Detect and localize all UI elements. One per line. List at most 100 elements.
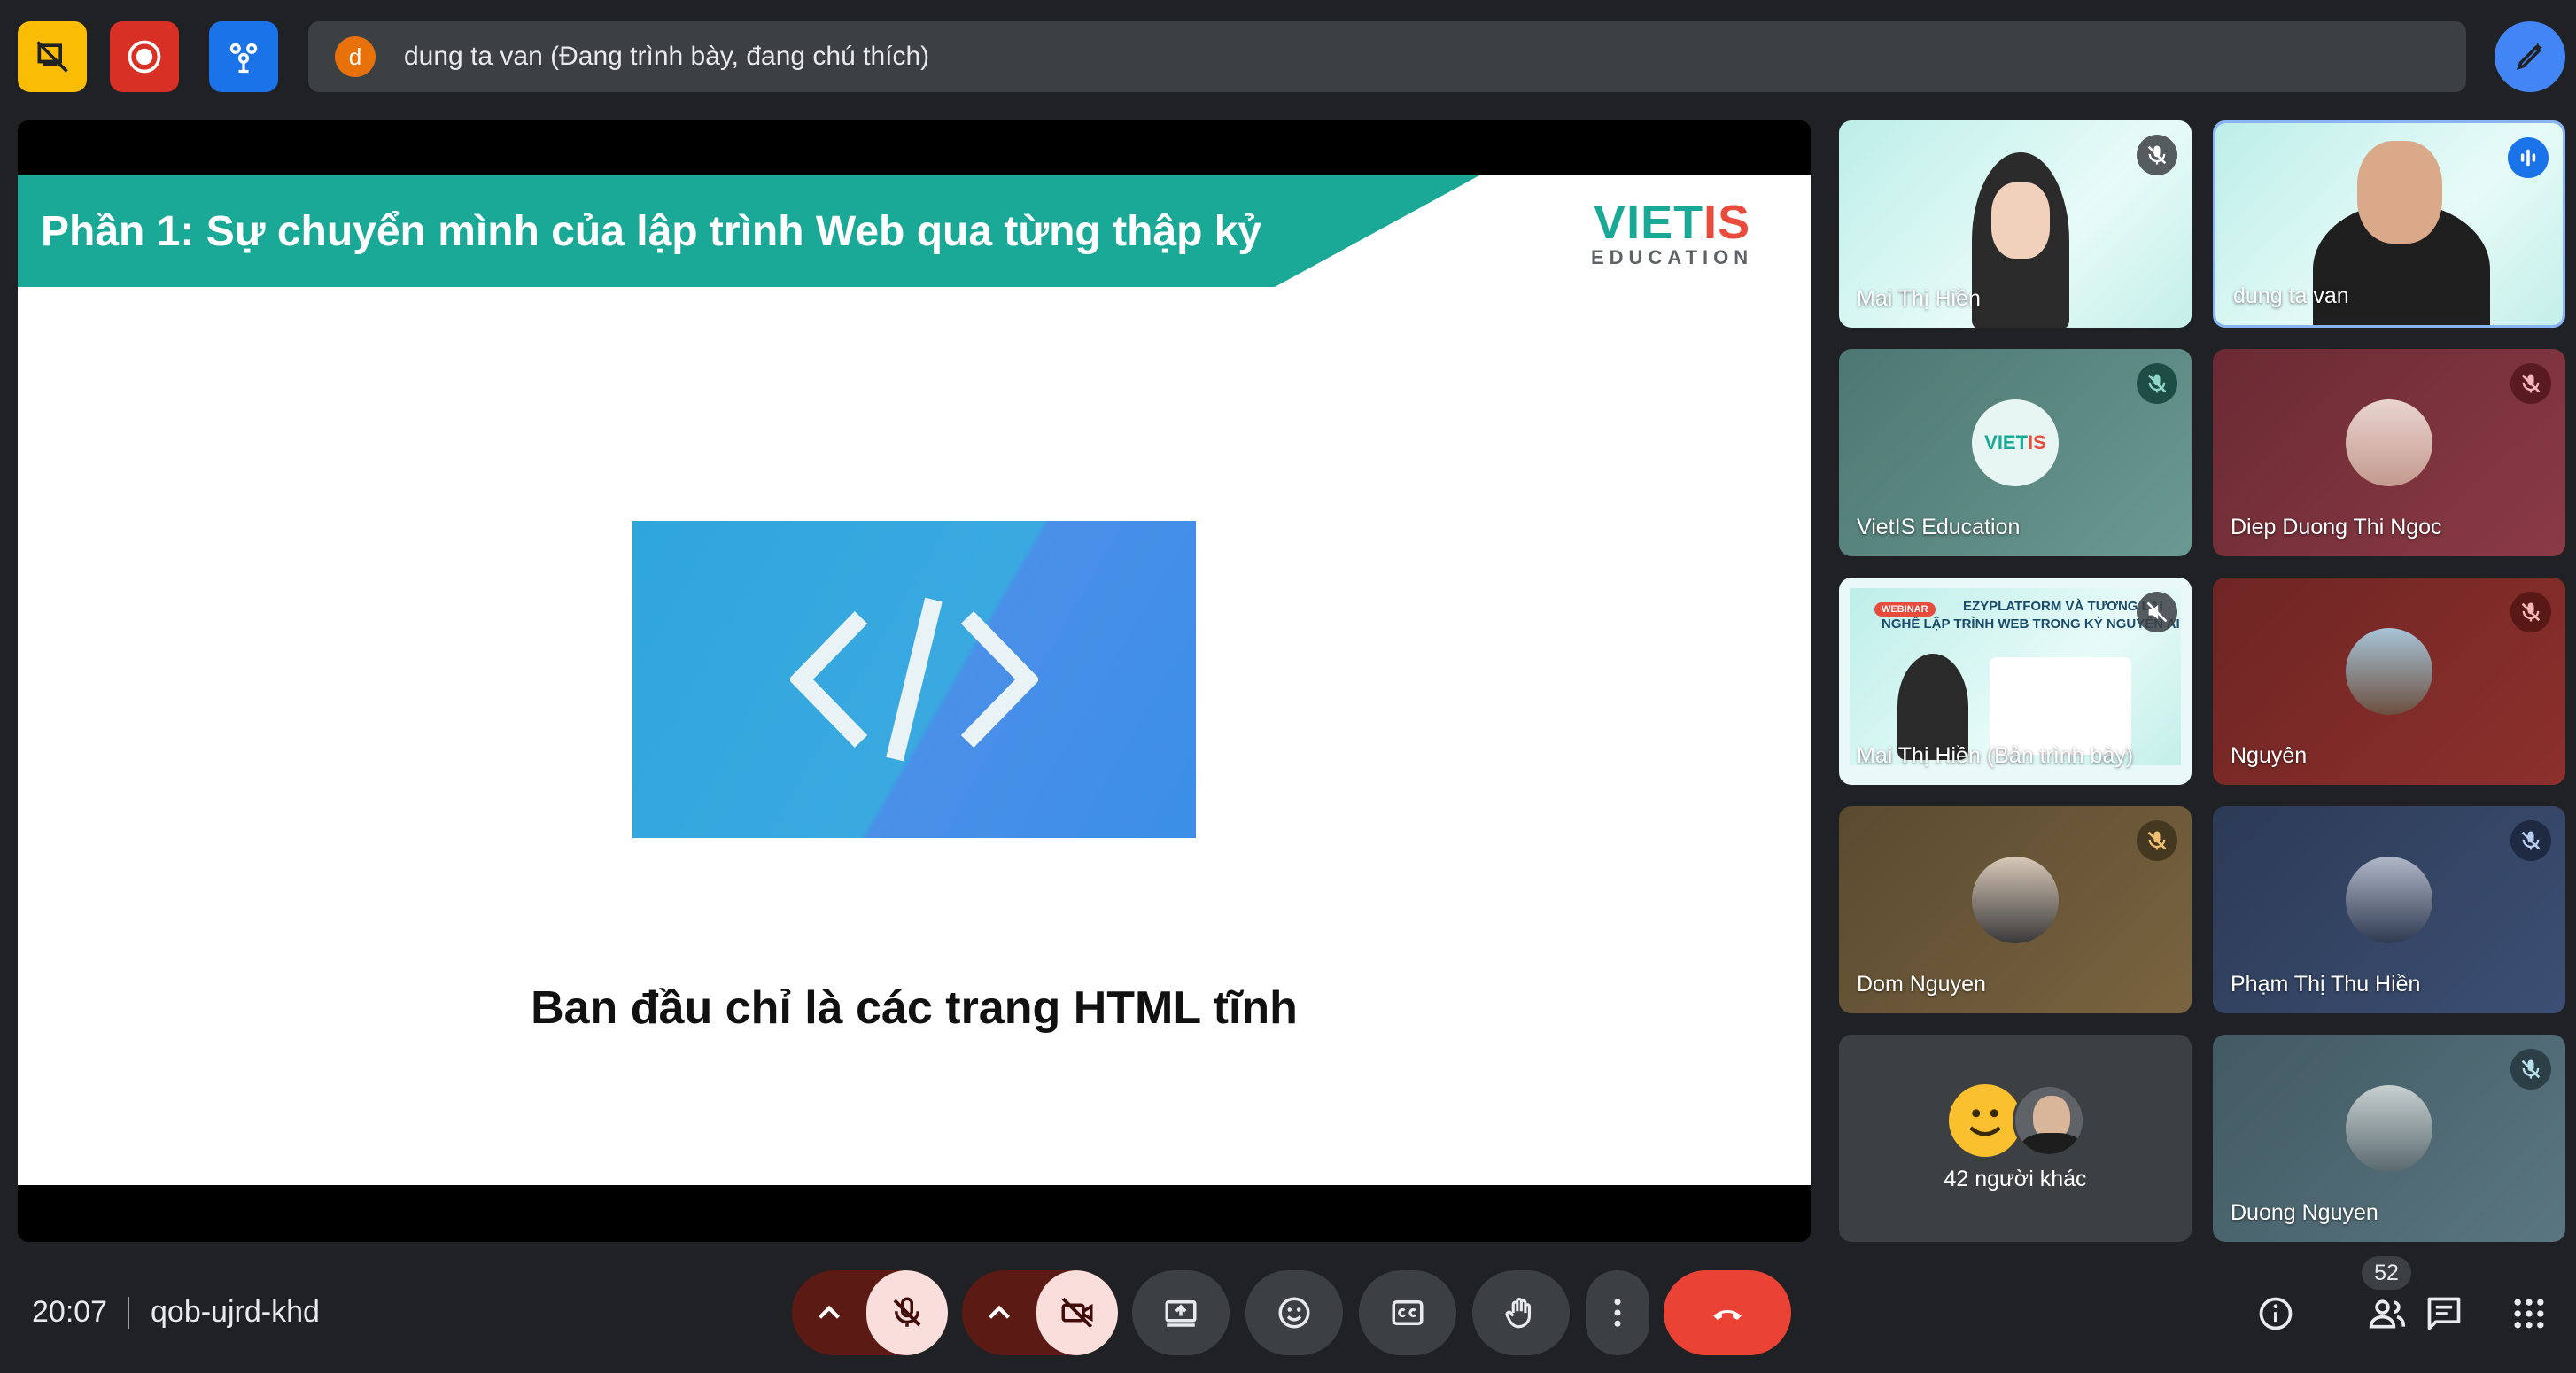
microphone-toggle-button[interactable] <box>866 1270 948 1355</box>
chat-icon <box>2427 1297 2461 1330</box>
mic-off-icon <box>2147 831 2167 850</box>
camera-off-icon <box>1061 1297 1093 1329</box>
avatar <box>2346 857 2432 943</box>
participant-tile[interactable]: dung ta van <box>2213 120 2565 328</box>
presentation-stage: Phần 1: Sự chuyển mình của lập trình Web… <box>18 120 1811 1242</box>
participant-count-badge: 52 <box>2362 1256 2411 1290</box>
participant-video-face <box>2357 141 2442 244</box>
participant-name: VietIS Education <box>1857 515 2021 539</box>
recording-button[interactable] <box>110 21 179 92</box>
present-screen-button[interactable] <box>1132 1270 1230 1355</box>
participant-tile[interactable]: Duong Nguyen <box>2213 1035 2565 1242</box>
others-count-label: 42 người khác <box>1944 1167 2087 1191</box>
hand-icon <box>1505 1298 1532 1329</box>
mic-off-icon <box>2521 1059 2541 1079</box>
mic-muted-badge <box>2137 135 2177 175</box>
avatar-logo-is: IS <box>2028 431 2046 454</box>
presenter-avatar: d <box>335 36 376 77</box>
mic-off-icon <box>893 1297 921 1327</box>
mini-slide-subtitle: NGHỀ LẬP TRÌNH WEB TRONG KỶ NGUYÊN AI <box>1882 617 2180 632</box>
meeting-details-button[interactable] <box>2254 1292 2298 1336</box>
code-brackets-icon <box>790 597 1038 762</box>
more-vertical-icon <box>1614 1299 1621 1327</box>
audio-level-icon <box>2520 149 2536 167</box>
mic-off-icon <box>2147 374 2167 393</box>
participant-name: Nguyên <box>2231 743 2308 768</box>
avatar-photo-body <box>2021 1133 2083 1154</box>
volume-off-icon <box>2146 601 2168 623</box>
mini-slide-info-box <box>1990 657 2131 755</box>
microphone-control-group <box>792 1270 948 1355</box>
logo-text-viet: VIET <box>1594 196 1704 249</box>
speaking-badge <box>2508 137 2549 178</box>
participant-tile[interactable]: Diep Duong Thi Ngoc <box>2213 349 2565 556</box>
mic-muted-badge <box>2510 592 2551 632</box>
participant-tile[interactable]: Nguyên <box>2213 578 2565 785</box>
participant-name: Mai Thị Hiền <box>1857 286 1981 311</box>
pen-icon <box>2516 43 2542 71</box>
camera-toggle-button[interactable] <box>1036 1270 1118 1355</box>
participant-name: Mai Thị Hiền (Bản trình bày) <box>1857 743 2134 768</box>
chevron-up-icon <box>819 1305 841 1319</box>
mic-muted-badge <box>2137 363 2177 404</box>
annotate-button[interactable] <box>2495 21 2565 92</box>
audio-off-badge <box>2137 592 2177 632</box>
slide-caption: Ban đầu chỉ là các trang HTML tĩnh <box>531 982 1298 1034</box>
code-icon-image <box>632 521 1196 838</box>
participant-tile[interactable]: Dom Nguyen <box>1839 806 2192 1013</box>
logo-subtext: EDUCATION <box>1591 246 1754 268</box>
raise-hand-button[interactable] <box>1472 1270 1570 1355</box>
chevron-up-icon <box>989 1305 1011 1319</box>
participant-name: Diep Duong Thi Ngoc <box>2231 515 2442 539</box>
mic-off-icon <box>2147 145 2167 165</box>
camera-control-group <box>962 1270 1118 1355</box>
avatar <box>2346 399 2432 486</box>
avatar <box>2346 628 2432 715</box>
emoji-icon <box>1278 1297 1310 1329</box>
presenting-banner: d dung ta van (Đang trình bày, đang chú … <box>308 21 2466 92</box>
captions-icon <box>1392 1300 1424 1325</box>
mic-muted-badge <box>2137 820 2177 861</box>
mini-slide-title: EZYPLATFORM VÀ TƯƠNG LAI <box>1963 599 2163 614</box>
chat-button[interactable] <box>2422 1292 2466 1336</box>
hang-up-icon <box>1713 1309 1742 1320</box>
video-settings-button[interactable] <box>962 1270 1036 1355</box>
avatar <box>2013 1084 2085 1157</box>
mic-muted-badge <box>2510 363 2551 404</box>
activities-panel-button[interactable] <box>2507 1292 2551 1336</box>
people-activity-icon <box>229 43 258 74</box>
reactions-button[interactable] <box>1245 1270 1343 1355</box>
captions-button[interactable] <box>1359 1270 1456 1355</box>
meeting-clock: 20:07 <box>32 1295 108 1329</box>
participant-name: dung ta van <box>2233 283 2349 308</box>
participant-name: Duong Nguyen <box>2231 1200 2378 1225</box>
mic-off-icon <box>2521 831 2541 850</box>
participant-video-face <box>1991 182 2050 259</box>
presenting-status-text: dung ta van (Đang trình bày, đang chú th… <box>404 42 930 71</box>
participant-tile[interactable]: Mai Thị Hiền <box>1839 120 2192 328</box>
people-icon <box>2369 1299 2406 1329</box>
host-controls-button[interactable] <box>18 21 87 92</box>
more-options-button[interactable] <box>1586 1270 1649 1355</box>
mic-off-icon <box>2521 374 2541 393</box>
avatar <box>2346 1085 2432 1172</box>
activities-button[interactable] <box>209 21 278 92</box>
slide-title-banner: Phần 1: Sự chuyển mình của lập trình Web… <box>18 175 1479 287</box>
smiley-avatar <box>1949 1084 2021 1157</box>
audio-settings-button[interactable] <box>792 1270 866 1355</box>
divider <box>128 1297 129 1329</box>
mic-muted-badge <box>2510 820 2551 861</box>
mic-off-icon <box>2521 602 2541 622</box>
participant-tile[interactable]: Phạm Thị Thu Hiền <box>2213 806 2565 1013</box>
avatar <box>1972 857 2059 943</box>
leave-call-button[interactable] <box>1664 1270 1791 1355</box>
present-screen-icon <box>1165 1300 1197 1327</box>
avatar: VIET IS <box>1972 399 2059 486</box>
mic-muted-badge <box>2510 1049 2551 1090</box>
info-icon <box>2259 1297 2293 1330</box>
participant-tile[interactable]: VIET IS VietIS Education <box>1839 349 2192 556</box>
mini-slide-tag: WEBINAR <box>1874 602 1936 617</box>
participant-tile[interactable]: WEBINAR EZYPLATFORM VÀ TƯƠNG LAI NGHỀ LẬ… <box>1839 578 2192 785</box>
participant-name: Phạm Thị Thu Hiền <box>2231 972 2421 997</box>
people-button[interactable] <box>2365 1292 2409 1336</box>
